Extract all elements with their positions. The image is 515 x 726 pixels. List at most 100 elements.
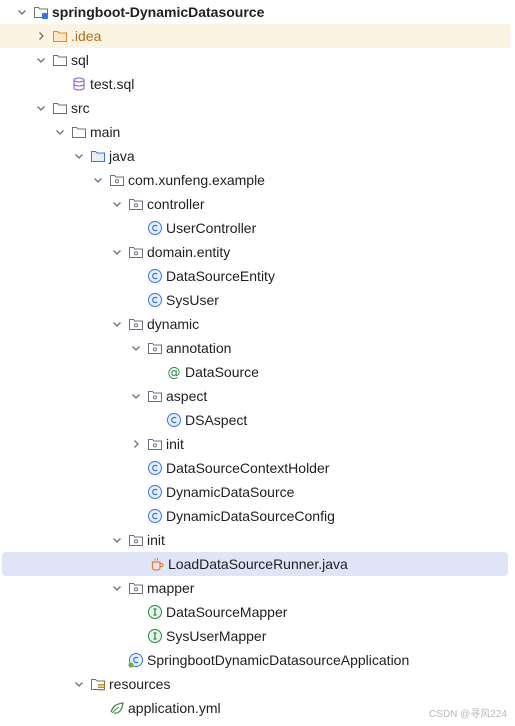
class-icon: [147, 268, 163, 284]
package-icon: [147, 436, 163, 452]
tree-node-src[interactable]: src: [0, 96, 510, 120]
class-icon: [147, 292, 163, 308]
tree-node-init[interactable]: init: [0, 528, 510, 552]
package-icon: [147, 340, 163, 356]
tree-node-label: SysUser: [166, 292, 219, 308]
tree-node-label: init: [166, 436, 184, 452]
package-icon: [128, 196, 144, 212]
chevron-down-icon[interactable]: [91, 173, 105, 187]
tree-node-label: controller: [147, 196, 205, 212]
svg-text:@: @: [168, 366, 181, 381]
tree-node-loaddatasourcerunner-java[interactable]: LoadDataSourceRunner.java: [2, 552, 508, 576]
chevron-down-icon[interactable]: [34, 101, 48, 115]
watermark: CSDN @寻风224: [429, 709, 507, 720]
chevron-down-icon[interactable]: [129, 341, 143, 355]
excluded-folder-icon: [52, 28, 68, 44]
tree-node-label: LoadDataSourceRunner.java: [168, 556, 348, 572]
tree-node-main[interactable]: main: [0, 120, 510, 144]
interface-icon: [147, 628, 163, 644]
chevron-down-icon[interactable]: [110, 317, 124, 331]
tree-node-label: DataSourceMapper: [166, 604, 288, 620]
tree-node-label: SysUserMapper: [166, 628, 267, 644]
tree-node-springbootdynamicdatasourceapplication[interactable]: SpringbootDynamicDatasourceApplication: [0, 648, 510, 672]
chevron-down-icon[interactable]: [15, 5, 29, 19]
chevron-down-icon[interactable]: [34, 53, 48, 67]
resources-folder-icon: [90, 676, 106, 692]
tree-node-label: aspect: [166, 388, 208, 404]
chevron-down-icon[interactable]: [110, 581, 124, 595]
package-icon: [109, 172, 125, 188]
tree-node-sysusermapper[interactable]: SysUserMapper: [0, 624, 510, 648]
tree-node-test-sql[interactable]: test.sql: [0, 72, 510, 96]
class-icon: [147, 484, 163, 500]
tree-node-label: com.xunfeng.example: [128, 172, 265, 188]
tree-node-label: DSAspect: [185, 412, 248, 428]
folder-icon: [71, 124, 87, 140]
chevron-down-icon[interactable]: [110, 245, 124, 259]
chevron-right-icon[interactable]: [34, 29, 48, 43]
chevron-down-icon[interactable]: [129, 389, 143, 403]
tree-node-label: .idea: [71, 28, 102, 44]
tree-node-dynamicdatasource[interactable]: DynamicDataSource: [0, 480, 510, 504]
tree-node-idea[interactable]: .idea: [0, 24, 510, 48]
chevron-down-icon[interactable]: [72, 677, 86, 691]
tree-node-datasource[interactable]: @ DataSource: [0, 360, 510, 384]
tree-node-dsaspect[interactable]: DSAspect: [0, 408, 510, 432]
tree-node-label: dynamic: [147, 316, 200, 332]
tree-node-datasourceentity[interactable]: DataSourceEntity: [0, 264, 510, 288]
tree-node-label: SpringbootDynamicDatasourceApplication: [147, 652, 410, 668]
tree-node-label: sql: [71, 52, 89, 68]
folder-icon: [52, 100, 68, 116]
tree-node-usercontroller[interactable]: UserController: [0, 216, 510, 240]
tree-node-label: src: [71, 100, 90, 116]
class-icon: [147, 508, 163, 524]
class-icon: [147, 220, 163, 236]
tree-node-label: UserController: [166, 220, 257, 236]
tree-node-label: init: [147, 532, 165, 548]
class-icon: [166, 412, 182, 428]
tree-node-label: resources: [109, 676, 171, 692]
package-icon: [147, 388, 163, 404]
tree-node-springboot-dynamicdatasource[interactable]: springboot-DynamicDatasource: [0, 0, 510, 24]
tree-node-mapper[interactable]: mapper: [0, 576, 510, 600]
chevron-down-icon[interactable]: [53, 125, 67, 139]
annotation-icon: @: [166, 364, 182, 381]
chevron-down-icon[interactable]: [110, 533, 124, 547]
tree-node-datasourcemapper[interactable]: DataSourceMapper: [0, 600, 510, 624]
tree-node-domain-entity[interactable]: domain.entity: [0, 240, 510, 264]
tree-node-com-xunfeng-example[interactable]: com.xunfeng.example: [0, 168, 510, 192]
package-icon: [128, 316, 144, 332]
tree-node-label: test.sql: [90, 76, 135, 92]
tree-node-resources[interactable]: resources: [0, 672, 510, 696]
tree-node-java[interactable]: java: [0, 144, 510, 168]
tree-node-label: DynamicDataSourceConfig: [166, 508, 335, 524]
package-icon: [128, 532, 144, 548]
tree-node-datasourcecontextholder[interactable]: DataSourceContextHolder: [0, 456, 510, 480]
tree-node-label: DataSource: [185, 364, 259, 380]
tree-node-init[interactable]: init: [0, 432, 510, 456]
interface-icon: [147, 604, 163, 620]
package-icon: [128, 580, 144, 596]
tree-node-controller[interactable]: controller: [0, 192, 510, 216]
tree-node-label: DataSourceContextHolder: [166, 460, 330, 476]
chevron-down-icon[interactable]: [110, 197, 124, 211]
source-root-folder-icon: [90, 148, 106, 164]
chevron-down-icon[interactable]: [72, 149, 86, 163]
tree-node-label: java: [109, 148, 135, 164]
tree-node-label: DynamicDataSource: [166, 484, 295, 500]
tree-node-aspect[interactable]: aspect: [0, 384, 510, 408]
tree-node-label: application.yml: [128, 700, 221, 716]
tree-node-annotation[interactable]: annotation: [0, 336, 510, 360]
java-file-icon: [149, 556, 165, 572]
tree-node-label: annotation: [166, 340, 232, 356]
tree-node-dynamicdatasourceconfig[interactable]: DynamicDataSourceConfig: [0, 504, 510, 528]
sql-file-icon: [71, 76, 87, 92]
tree-node-label: springboot-DynamicDatasource: [52, 4, 265, 20]
spring-boot-class-icon: [128, 652, 144, 668]
tree-node-sysuser[interactable]: SysUser: [0, 288, 510, 312]
tree-node-sql[interactable]: sql: [0, 48, 510, 72]
chevron-right-icon[interactable]: [129, 437, 143, 451]
folder-icon: [52, 52, 68, 68]
tree-node-dynamic[interactable]: dynamic: [0, 312, 510, 336]
class-icon: [147, 460, 163, 476]
